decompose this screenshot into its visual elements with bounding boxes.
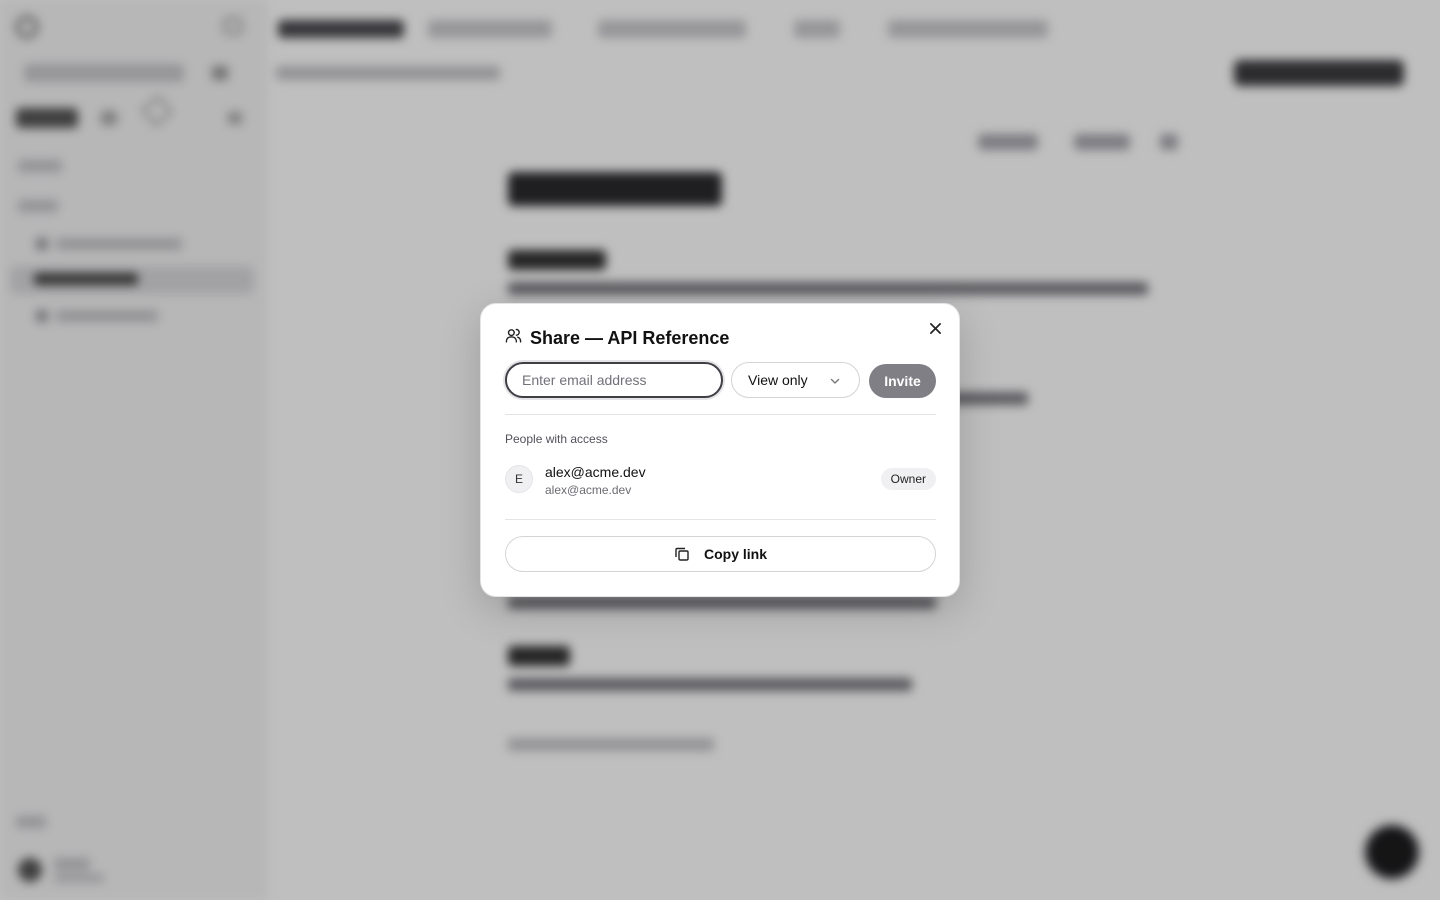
share-dialog: Share — API Reference View only Invite P… — [480, 303, 960, 597]
avatar: E — [505, 465, 533, 493]
copy-link-label: Copy link — [703, 546, 767, 562]
section-label: People with access — [505, 432, 608, 446]
person-email: alex@acme.dev — [545, 483, 632, 497]
chevron-down-icon — [830, 378, 840, 384]
invite-button[interactable]: Invite — [869, 364, 936, 398]
dialog-header: Share — API Reference — [505, 328, 729, 348]
person-name: alex@acme.dev — [545, 464, 646, 480]
divider — [505, 414, 936, 415]
users-icon — [505, 327, 522, 349]
copy-link-button[interactable]: Copy link — [505, 536, 936, 572]
permission-select[interactable]: View only — [731, 362, 860, 398]
role-badge: Owner — [880, 468, 936, 490]
email-input[interactable] — [505, 362, 723, 398]
dialog-title: Share — API Reference — [530, 327, 730, 348]
list-item: E alex@acme.dev alex@acme.dev Owner — [505, 464, 936, 497]
close-button[interactable] — [925, 318, 945, 338]
close-icon — [929, 322, 941, 334]
copy-icon — [675, 547, 689, 561]
permission-select-value: View only — [748, 372, 808, 388]
divider — [505, 519, 936, 520]
